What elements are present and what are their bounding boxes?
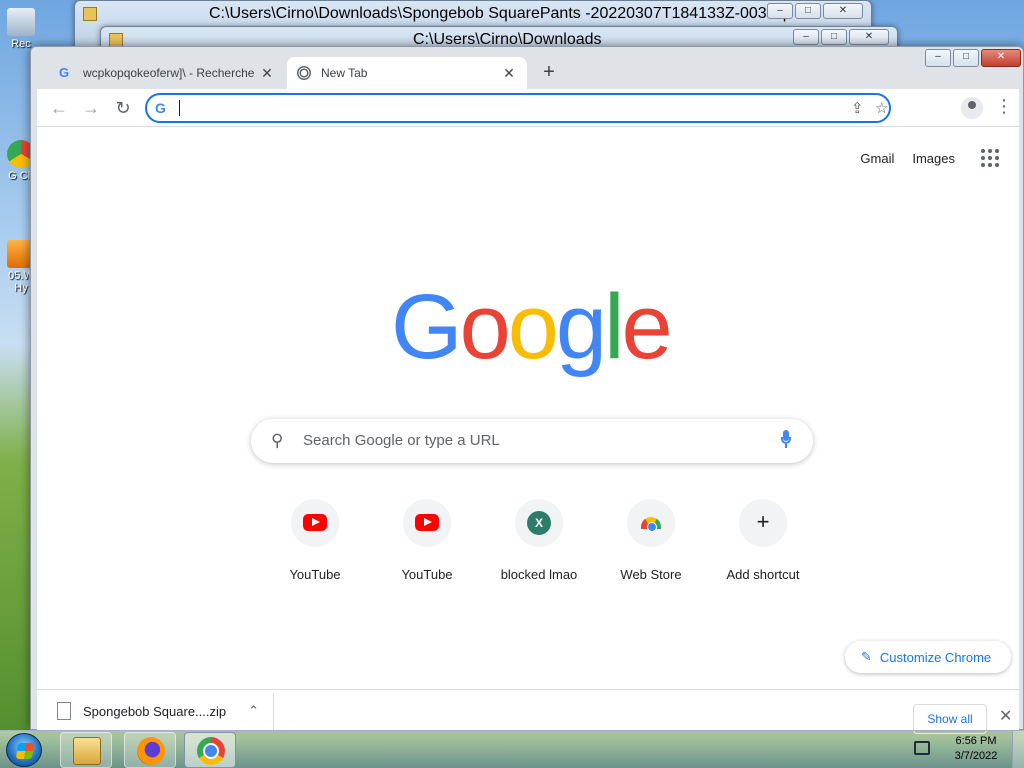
shortcut-label: Add shortcut (726, 567, 800, 582)
new-tab-button[interactable]: + (537, 61, 561, 85)
taskbar-firefox[interactable] (124, 732, 176, 768)
google-g-icon: G (155, 100, 166, 116)
close-download-bar-icon[interactable]: ✕ (999, 706, 1012, 726)
images-link[interactable]: Images (912, 151, 955, 166)
window-title: C:\Users\Cirno\Downloads\Spongebob Squar… (209, 5, 792, 22)
shortcut-tile (403, 499, 451, 547)
chrome-icon (197, 737, 225, 765)
google-favicon-icon: G (59, 65, 70, 80)
tab-new-tab[interactable]: New Tab ✕ (287, 57, 527, 89)
divider (273, 694, 274, 730)
taskbar: 6:56 PM 3/7/2022 (0, 730, 1024, 768)
close-button[interactable]: ✕ (823, 3, 863, 19)
shortcut-label: Web Store (620, 567, 682, 582)
search-placeholder: Search Google or type a URL (303, 432, 500, 449)
plus-icon: + (756, 509, 770, 534)
clock-time: 6:56 PM (955, 735, 997, 747)
chevron-up-icon[interactable]: ⌃ (248, 703, 259, 719)
share-icon[interactable]: ⇪ (851, 99, 864, 117)
close-button[interactable]: ✕ (849, 29, 889, 45)
shortcut-tile: X (515, 499, 563, 547)
logo-letter: o (507, 276, 559, 378)
shortcut-tile: + (739, 499, 787, 547)
chrome-window: – □ ✕ G wcpkopqokeoferw]\ - Recherche ✕ … (30, 46, 1024, 734)
network-icon[interactable] (914, 741, 930, 755)
shortcuts: YouTube YouTube X blocked lmao Web Store… (259, 499, 819, 589)
download-file-name: Spongebob Square....zip (83, 703, 227, 719)
x-letter-icon: X (527, 511, 551, 535)
folder-icon (109, 33, 123, 47)
download-item[interactable]: Spongebob Square....zip ⌃ (57, 698, 273, 724)
shortcut-youtube-2[interactable]: YouTube (371, 499, 483, 582)
shortcut-label: YouTube (289, 567, 341, 582)
web-store-icon (641, 517, 661, 532)
clock-date: 3/7/2022 (954, 750, 998, 762)
tab-label: New Tab (321, 66, 368, 80)
forward-button[interactable]: → (79, 96, 103, 120)
minimize-button[interactable]: – (767, 3, 793, 19)
pencil-icon: ✎ (861, 649, 872, 664)
reload-button[interactable]: ↻ (111, 96, 135, 120)
text-caret (179, 100, 180, 116)
tab-search[interactable]: G wcpkopqokeoferw]\ - Recherche ✕ (49, 57, 285, 89)
add-shortcut-button[interactable]: + Add shortcut (707, 499, 819, 582)
new-tab-page: Gmail Images Google ⚲ Search Google or t… (37, 127, 1019, 689)
google-apps-icon[interactable] (981, 149, 999, 167)
gmail-link[interactable]: Gmail (860, 151, 894, 166)
shortcut-youtube-1[interactable]: YouTube (259, 499, 371, 582)
desktop-icon-recycle-bin[interactable]: Rec (4, 8, 38, 50)
window-controls: – □ ✕ (793, 29, 889, 45)
logo-letter: G (391, 276, 463, 378)
search-box[interactable]: ⚲ Search Google or type a URL (251, 419, 813, 463)
chrome-favicon-icon (297, 66, 311, 80)
customize-label: Customize Chrome (879, 649, 992, 665)
recycle-bin-icon (7, 8, 35, 36)
profile-avatar-icon[interactable] (961, 97, 983, 119)
omnibox[interactable]: G ⇪ ☆ (145, 93, 891, 123)
tab-strip: G wcpkopqokeoferw]\ - Recherche ✕ New Ta… (37, 57, 1023, 89)
maximize-button[interactable]: □ (821, 29, 847, 45)
logo-letter: g (555, 276, 607, 378)
folder-icon (73, 737, 101, 765)
shortcut-blocked[interactable]: X blocked lmao (483, 499, 595, 582)
maximize-button[interactable]: □ (795, 3, 821, 19)
microphone-icon[interactable] (781, 430, 791, 448)
show-desktop-button[interactable] (1012, 731, 1024, 768)
search-icon: ⚲ (271, 431, 284, 450)
shortcut-label: blocked lmao (500, 567, 578, 582)
shortcut-web-store[interactable]: Web Store (595, 499, 707, 582)
chrome-menu-icon[interactable]: ⋮ (995, 96, 1013, 117)
download-bar: Spongebob Square....zip ⌃ Show all ✕ (37, 689, 1019, 734)
window-controls: – □ ✕ (767, 3, 863, 19)
shortcut-tile (627, 499, 675, 547)
firefox-icon (137, 737, 165, 765)
shortcut-label: YouTube (401, 567, 453, 582)
file-icon (57, 702, 71, 720)
start-button[interactable] (6, 733, 42, 767)
taskbar-explorer[interactable] (60, 732, 112, 768)
minimize-button[interactable]: – (793, 29, 819, 45)
desktop-icon-label: Rec (11, 38, 31, 50)
taskbar-chrome[interactable] (184, 732, 236, 768)
tab-close-icon[interactable]: ✕ (259, 65, 275, 82)
youtube-icon (303, 514, 327, 531)
top-links: Gmail Images (860, 149, 999, 167)
logo-letter: l (604, 276, 625, 378)
back-button[interactable]: ← (47, 96, 71, 120)
customize-chrome-button[interactable]: ✎ Customize Chrome (845, 641, 1011, 673)
tab-close-icon[interactable]: ✕ (501, 65, 517, 82)
tab-label: wcpkopqokeoferw]\ - Recherche (83, 66, 255, 80)
google-logo: Google (391, 275, 673, 380)
shortcut-tile (291, 499, 339, 547)
clock[interactable]: 6:56 PM 3/7/2022 (944, 734, 1008, 764)
logo-letter: e (621, 276, 673, 378)
toolbar: ← → ↻ G ⇪ ☆ ⋮ (37, 89, 1019, 127)
logo-letter: o (459, 276, 511, 378)
bookmark-star-icon[interactable]: ☆ (875, 99, 888, 117)
folder-icon (83, 7, 97, 21)
youtube-icon (415, 514, 439, 531)
